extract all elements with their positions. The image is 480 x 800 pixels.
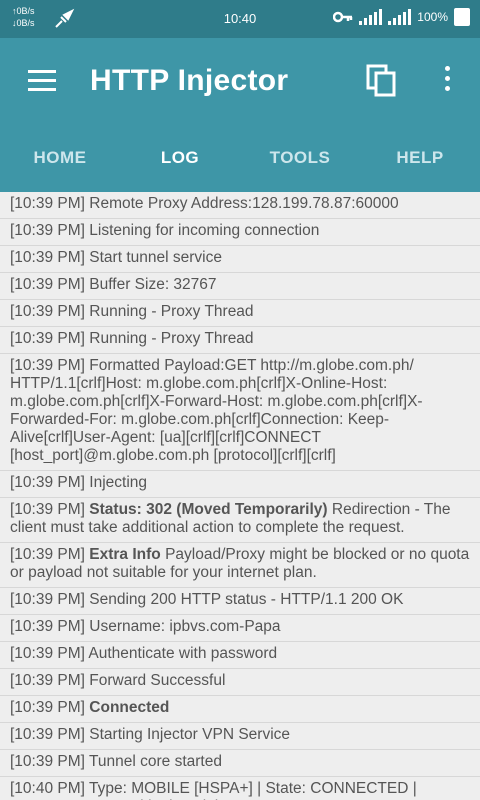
log-message: Forward Successful — [89, 672, 226, 689]
log-timestamp: [10:39 PM] — [10, 276, 85, 293]
log-entry: [10:39 PM] Remote Proxy Address:128.199.… — [0, 192, 480, 219]
log-message: Listening for incoming connection — [89, 222, 320, 239]
log-highlight: Extra Info — [89, 546, 161, 563]
tab-tools[interactable]: TOOLS — [240, 124, 360, 192]
log-message: Running - Proxy Thread — [89, 303, 254, 320]
status-bar: ↑0B/s ↓0B/s 10:40 100% — [0, 0, 480, 38]
log-message: Start tunnel service — [89, 249, 222, 266]
signal-icon-2 — [388, 9, 412, 25]
log-entry: [10:39 PM] Running - Proxy Thread — [0, 327, 480, 354]
log-timestamp: [10:39 PM] — [10, 474, 85, 491]
log-entry: [10:39 PM] Forward Successful — [0, 669, 480, 696]
log-timestamp: [10:39 PM] — [10, 222, 85, 239]
copy-icon[interactable] — [366, 64, 398, 98]
log-entry: [10:39 PM] Authenticate with password — [0, 642, 480, 669]
log-timestamp: [10:39 PM] — [10, 645, 85, 662]
tab-home[interactable]: HOME — [0, 124, 120, 192]
signal-icon — [359, 9, 383, 25]
log-timestamp: [10:39 PM] — [10, 501, 85, 518]
log-message: Remote Proxy Address:128.199.78.87:60000 — [89, 195, 399, 212]
log-message: Tunnel core started — [89, 753, 222, 770]
log-entry: [10:39 PM] Sending 200 HTTP status - HTT… — [0, 588, 480, 615]
status-icons: 100% — [333, 8, 470, 26]
menu-icon[interactable] — [28, 70, 56, 92]
log-entry: [10:39 PM] Starting Injector VPN Service — [0, 723, 480, 750]
log-entry: [10:39 PM] Running - Proxy Thread — [0, 300, 480, 327]
log-message: Injecting — [89, 474, 148, 491]
tab-bar: HOME LOG TOOLS HELP — [0, 124, 480, 192]
log-timestamp: [10:39 PM] — [10, 618, 85, 635]
log-entry: [10:39 PM] Tunnel core started — [0, 750, 480, 777]
log-message: Sending 200 HTTP status - HTTP/1.1 200 O… — [89, 591, 404, 608]
log-entry: [10:39 PM] Buffer Size: 32767 — [0, 273, 480, 300]
log-timestamp: [10:39 PM] — [10, 672, 85, 689]
app-bar: HTTP Injector — [0, 38, 480, 124]
log-highlight: Status: 302 (Moved Temporarily) — [89, 501, 328, 518]
app-title: HTTP Injector — [90, 64, 289, 97]
log-list[interactable]: [10:39 PM] Remote Proxy Address:128.199.… — [0, 192, 480, 800]
log-entry: [10:39 PM] Formatted Payload:GET http://… — [0, 354, 480, 471]
log-timestamp: [10:39 PM] — [10, 303, 85, 320]
log-timestamp: [10:39 PM] — [10, 591, 85, 608]
log-message: Buffer Size: 32767 — [89, 276, 217, 293]
log-timestamp: [10:39 PM] — [10, 753, 85, 770]
log-timestamp: [10:39 PM] — [10, 249, 85, 266]
log-entry: [10:39 PM] Username: ipbvs.com-Papa — [0, 615, 480, 642]
tab-help[interactable]: HELP — [360, 124, 480, 192]
log-entry: [10:39 PM] Status: 302 (Moved Temporaril… — [0, 498, 480, 543]
log-timestamp: [10:39 PM] — [10, 357, 85, 374]
more-options-icon[interactable] — [440, 66, 454, 96]
log-message: Authenticate with password — [88, 645, 278, 662]
log-highlight: Connected — [89, 699, 170, 716]
log-timestamp: [10:39 PM] — [10, 195, 85, 212]
vpn-key-icon — [333, 11, 353, 23]
log-entry: [10:40 PM] Type: MOBILE [HSPA+] | State:… — [0, 777, 480, 800]
log-entry: [10:39 PM] Connected — [0, 696, 480, 723]
log-entry: [10:39 PM] Injecting — [0, 471, 480, 498]
log-message: Running - Proxy Thread — [89, 330, 254, 347]
log-entry: [10:39 PM] Listening for incoming connec… — [0, 219, 480, 246]
log-entry: [10:39 PM] Start tunnel service — [0, 246, 480, 273]
log-timestamp: [10:39 PM] — [10, 330, 85, 347]
log-timestamp: [10:39 PM] — [10, 699, 85, 716]
tab-log[interactable]: LOG — [120, 124, 240, 192]
log-timestamp: [10:39 PM] — [10, 726, 85, 743]
log-timestamp: [10:39 PM] — [10, 546, 85, 563]
log-timestamp: [10:40 PM] — [10, 780, 85, 797]
log-message: Username: ipbvs.com-Papa — [89, 618, 281, 635]
battery-icon — [454, 8, 470, 26]
battery-percent: 100% — [417, 10, 448, 24]
log-entry: [10:39 PM] Extra Info Payload/Proxy migh… — [0, 543, 480, 588]
log-message: Starting Injector VPN Service — [89, 726, 291, 743]
